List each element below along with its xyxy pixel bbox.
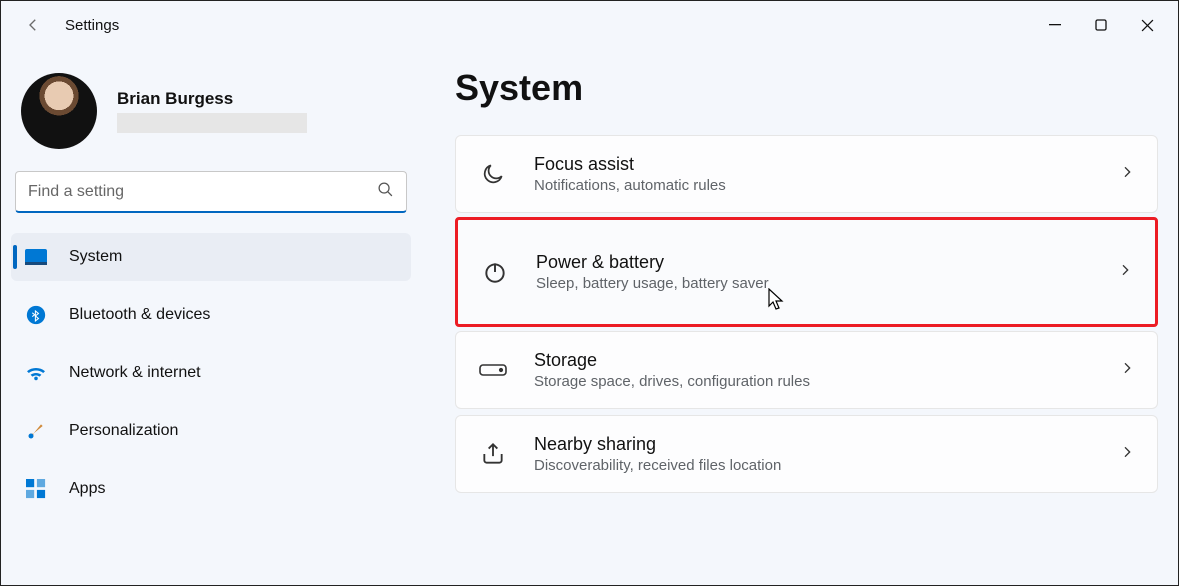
chevron-right-icon	[1119, 444, 1135, 465]
maximize-button[interactable]	[1078, 9, 1124, 41]
titlebar: Settings	[1, 1, 1178, 49]
sidebar-item-bluetooth[interactable]: Bluetooth & devices	[11, 291, 411, 339]
bluetooth-icon	[25, 304, 47, 326]
sidebar-item-label: System	[69, 248, 122, 266]
brush-icon	[25, 420, 47, 442]
drive-icon	[478, 355, 508, 385]
monitor-icon	[25, 246, 47, 268]
avatar	[21, 73, 97, 149]
sidebar: Brian Burgess System	[1, 49, 421, 585]
card-nearby-sharing[interactable]: Nearby sharing Discoverability, received…	[455, 415, 1158, 493]
card-subtitle: Discoverability, received files location	[534, 457, 1093, 474]
sidebar-item-label: Bluetooth & devices	[69, 306, 210, 324]
sidebar-item-network[interactable]: Network & internet	[11, 349, 411, 397]
card-power-battery[interactable]: Power & battery Sleep, battery usage, ba…	[455, 217, 1158, 327]
chevron-right-icon	[1119, 164, 1135, 185]
wifi-icon	[25, 362, 47, 384]
sidebar-item-label: Apps	[69, 480, 105, 498]
user-name: Brian Burgess	[117, 89, 307, 109]
card-title: Nearby sharing	[534, 434, 1093, 455]
search-input-wrap[interactable]	[15, 171, 407, 213]
minimize-button[interactable]	[1032, 9, 1078, 41]
user-profile[interactable]: Brian Burgess	[1, 65, 421, 163]
card-subtitle: Notifications, automatic rules	[534, 177, 1093, 194]
chevron-right-icon	[1117, 262, 1133, 283]
sidebar-item-label: Personalization	[69, 422, 178, 440]
card-storage[interactable]: Storage Storage space, drives, configura…	[455, 331, 1158, 409]
page-title: System	[455, 67, 1158, 109]
sidebar-item-system[interactable]: System	[11, 233, 411, 281]
moon-icon	[478, 159, 508, 189]
search-input[interactable]	[28, 183, 377, 201]
card-subtitle: Storage space, drives, configuration rul…	[534, 373, 1093, 390]
power-icon	[480, 257, 510, 287]
chevron-right-icon	[1119, 360, 1135, 381]
card-focus-assist[interactable]: Focus assist Notifications, automatic ru…	[455, 135, 1158, 213]
main-pane: System Focus assist Notifications, autom…	[421, 49, 1178, 585]
sidebar-item-label: Network & internet	[69, 364, 201, 382]
card-title: Focus assist	[534, 154, 1093, 175]
card-title: Storage	[534, 350, 1093, 371]
card-subtitle: Sleep, battery usage, battery saver	[536, 275, 1091, 292]
apps-icon	[25, 478, 47, 500]
app-title: Settings	[65, 17, 119, 34]
settings-cards: Focus assist Notifications, automatic ru…	[455, 135, 1158, 493]
card-title: Power & battery	[536, 252, 1091, 273]
share-icon	[478, 439, 508, 469]
sidebar-item-apps[interactable]: Apps	[11, 465, 411, 513]
nav: System Bluetooth & devices Network & int…	[1, 229, 421, 513]
back-button[interactable]	[21, 13, 45, 37]
sidebar-item-personalization[interactable]: Personalization	[11, 407, 411, 455]
search-icon	[377, 181, 394, 203]
close-button[interactable]	[1124, 9, 1170, 41]
user-email-redacted	[117, 113, 307, 133]
